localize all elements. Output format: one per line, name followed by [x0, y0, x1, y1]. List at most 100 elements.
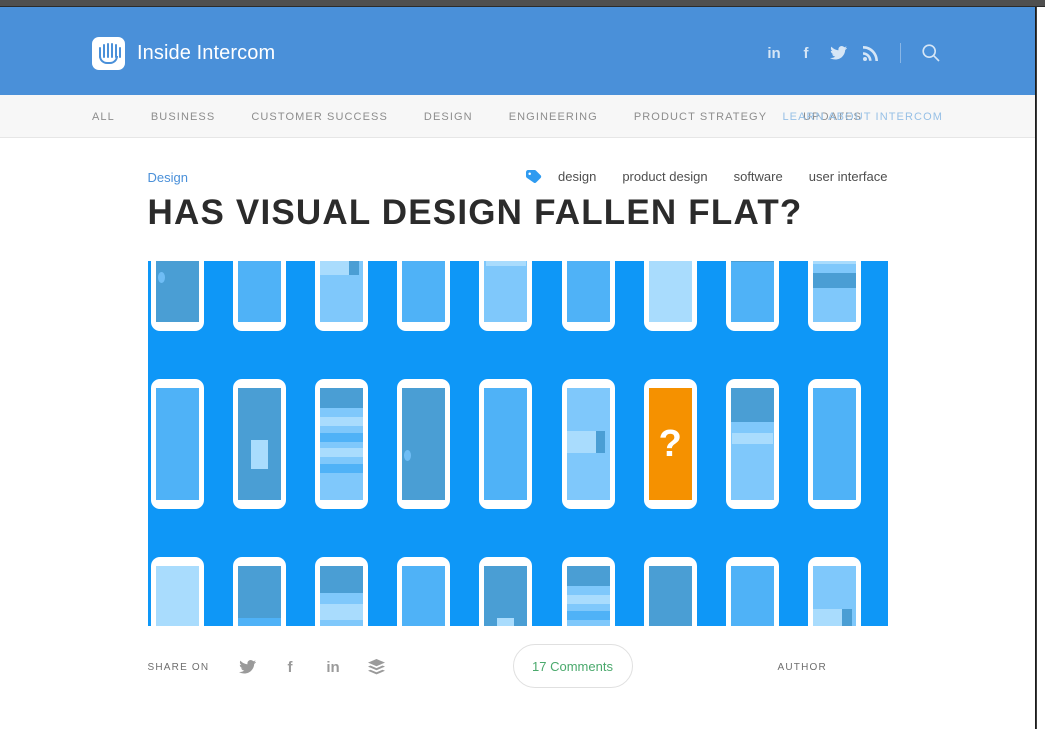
nav-link-design[interactable]: DESIGN — [406, 111, 491, 123]
hero-phone-mockup — [397, 557, 450, 626]
hero-phone-mockup — [233, 261, 286, 331]
hero-phone-ui-block — [842, 609, 851, 626]
hero-phone-ui-block — [486, 261, 526, 266]
share-on-label: SHARE ON — [148, 662, 210, 673]
hero-phone-mockup — [808, 379, 861, 509]
hero-phone-screen — [567, 388, 610, 500]
facebook-icon-label: f — [804, 46, 809, 61]
facebook-icon[interactable]: f — [790, 41, 822, 65]
hero-phone-mockup — [397, 261, 450, 331]
page-right-gutter — [1037, 7, 1045, 729]
hero-phone-mockup — [151, 379, 204, 509]
facebook-icon[interactable]: f — [269, 654, 312, 680]
hero-phone-ui-block — [813, 261, 856, 264]
intercom-logo-icon — [92, 37, 125, 70]
hero-phone-ui-block — [404, 450, 411, 461]
hero-phone-mockup — [726, 379, 779, 509]
linkedin-icon-label: in — [326, 660, 339, 675]
hero-phone-mockup — [479, 261, 532, 331]
rss-icon[interactable] — [854, 41, 886, 65]
hero-phone-screen — [156, 261, 199, 322]
hero-phone-mockup — [233, 557, 286, 626]
article: Design design product design software us… — [0, 138, 1035, 684]
site-brand-link[interactable]: Inside Intercom — [92, 37, 275, 70]
hero-phone-screen — [402, 388, 445, 500]
hero-phone-ui-block — [251, 440, 268, 469]
hero-phone-ui-block — [813, 609, 842, 626]
hero-phone-ui-block — [732, 433, 772, 444]
hero-phone-ui-block — [731, 388, 774, 422]
hero-phone-screen — [731, 261, 774, 322]
nav-link-all[interactable]: ALL — [92, 111, 133, 123]
hero-question-mark: ? — [659, 425, 682, 463]
nav-link-list: ALL BUSINESS CUSTOMER SUCCESS DESIGN ENG… — [92, 95, 880, 138]
hero-phone-mockup — [397, 379, 450, 509]
hero-phone-screen — [731, 566, 774, 626]
hero-phone-screen — [238, 566, 281, 626]
nav-link-customer-success[interactable]: CUSTOMER SUCCESS — [233, 111, 406, 123]
tag-link-software[interactable]: software — [734, 169, 783, 184]
hero-phone-ui-block — [158, 272, 165, 283]
hero-phone-screen — [484, 388, 527, 500]
header-divider — [900, 43, 901, 63]
search-icon[interactable] — [915, 41, 947, 65]
header-social-tools: in f — [758, 41, 947, 65]
hero-phone-ui-block — [567, 566, 610, 586]
hero-phone-mockup — [562, 261, 615, 331]
tag-link-design[interactable]: design — [558, 169, 596, 184]
hero-phone-screen — [484, 261, 527, 322]
hero-phone-screen — [649, 261, 692, 322]
site-header: Inside Intercom in f — [0, 7, 1035, 95]
tag-link-user-interface[interactable]: user interface — [809, 169, 888, 184]
article-hero-image: ? — [148, 261, 888, 626]
linkedin-icon[interactable]: in — [312, 654, 355, 680]
tag-link-product-design[interactable]: product design — [622, 169, 707, 184]
hero-phone-screen — [156, 566, 199, 626]
twitter-icon[interactable] — [226, 654, 269, 680]
nav-link-business[interactable]: BUSINESS — [133, 111, 233, 123]
comments-button[interactable]: 17 Comments — [513, 644, 633, 688]
buffer-icon[interactable] — [355, 654, 398, 680]
twitter-icon[interactable] — [822, 41, 854, 65]
article-category-link[interactable]: Design — [148, 170, 188, 185]
tag-icon — [526, 170, 542, 183]
hero-phone-screen — [402, 566, 445, 626]
hero-phone-mockup — [562, 379, 615, 509]
hero-phone-mockup — [808, 557, 861, 626]
page-title: Has visual design fallen flat? — [148, 176, 888, 234]
hero-phone-screen — [238, 388, 281, 500]
browser-chrome-top-bar — [0, 0, 1045, 7]
hero-phone-mockup — [233, 379, 286, 509]
hero-phone-screen: ? — [649, 388, 692, 500]
hero-phone-mockup — [644, 261, 697, 331]
hero-phone-screen — [238, 261, 281, 322]
hero-phone-mockup — [151, 557, 204, 626]
hero-phone-mockup — [644, 557, 697, 626]
hero-phone-ui-block — [567, 611, 610, 620]
page-viewport: Inside Intercom in f ALL BUSINESS — [0, 7, 1036, 729]
hero-phone-screen — [484, 566, 527, 626]
hero-phone-mockup: ? — [644, 379, 697, 509]
hero-phone-ui-block — [596, 431, 605, 453]
hero-phone-mockup — [151, 261, 204, 331]
hero-phone-screen — [813, 388, 856, 500]
linkedin-icon-label: in — [767, 46, 780, 61]
nav-link-product-strategy[interactable]: PRODUCT STRATEGY — [616, 111, 785, 123]
hero-phone-mockup — [315, 261, 368, 331]
hero-phone-ui-block — [320, 388, 363, 408]
hero-phone-screen — [731, 388, 774, 500]
hero-phone-mockup — [726, 557, 779, 626]
category-nav: ALL BUSINESS CUSTOMER SUCCESS DESIGN ENG… — [0, 95, 1035, 138]
hero-phone-ui-block — [320, 417, 363, 426]
hero-phone-ui-block — [731, 261, 774, 262]
nav-link-engineering[interactable]: ENGINEERING — [491, 111, 616, 123]
hero-phone-ui-block — [320, 261, 349, 275]
hero-phone-ui-block — [238, 566, 281, 618]
brand-name: Inside Intercom — [137, 42, 275, 65]
share-icon-list: f in — [226, 654, 398, 680]
hero-phone-screen — [320, 388, 363, 500]
learn-about-intercom-link[interactable]: LEARN ABOUT INTERCOM — [782, 95, 943, 138]
hero-phone-screen — [813, 566, 856, 626]
linkedin-icon[interactable]: in — [758, 41, 790, 65]
hero-phone-ui-block — [567, 431, 596, 453]
